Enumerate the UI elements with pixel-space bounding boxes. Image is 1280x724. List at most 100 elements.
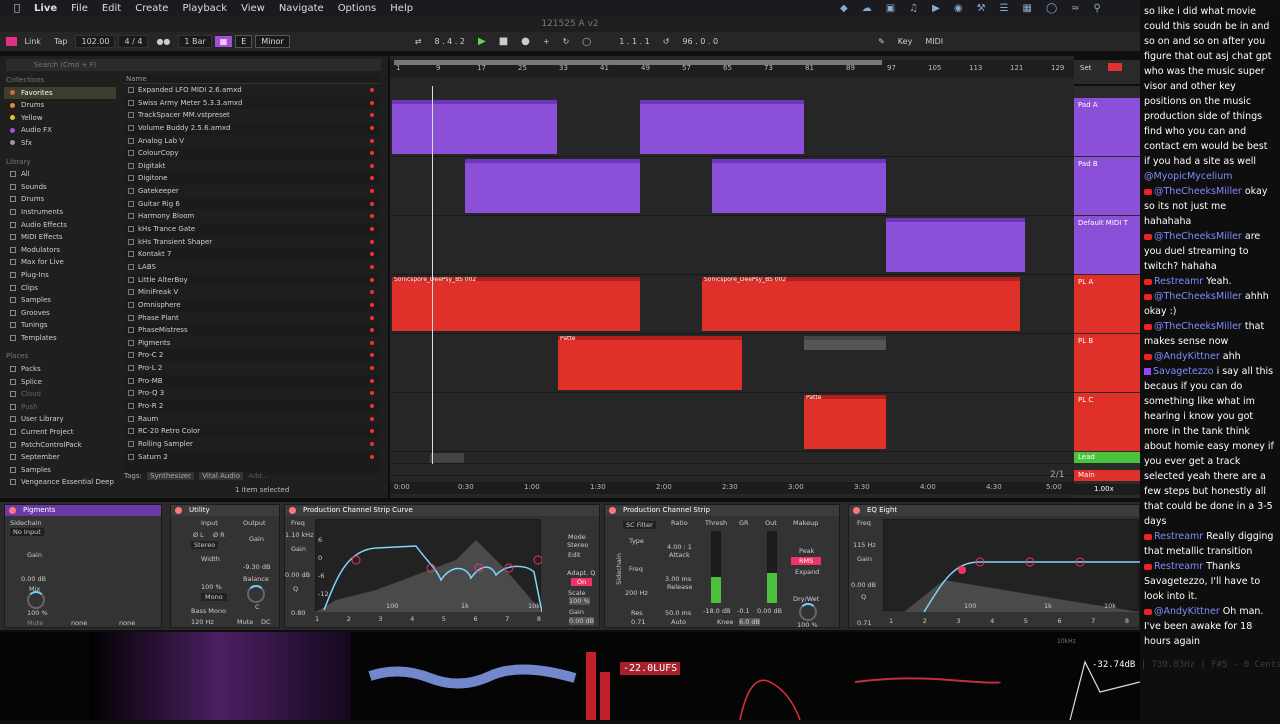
- library-item[interactable]: All: [4, 168, 116, 181]
- favorite-dot-icon[interactable]: [370, 189, 374, 194]
- favorite-dot-icon[interactable]: [370, 290, 374, 295]
- favorite-dot-icon[interactable]: [370, 391, 374, 396]
- device-channel-strip-curve[interactable]: Production Channel Strip Curve Freq 1.10…: [284, 504, 600, 628]
- browser-file-row[interactable]: Expanded LFO MIDI 2.6.amxd: [124, 84, 380, 97]
- favorite-dot-icon[interactable]: [370, 214, 374, 219]
- search-icon[interactable]: ⚲: [1094, 3, 1101, 14]
- device-eq-eight[interactable]: EQ Eight Freq 115 Hz Gain 0.00 dB Q 0.71…: [848, 504, 1140, 628]
- browser-file-row[interactable]: RC-20 Retro Color: [124, 425, 380, 438]
- track-lane-pad-a[interactable]: [390, 98, 1074, 157]
- browser-file-row[interactable]: Swiss Army Meter 5.3.3.amxd: [124, 97, 380, 110]
- favorite-dot-icon[interactable]: [370, 404, 374, 409]
- midi-clip[interactable]: [640, 100, 804, 154]
- peak-button[interactable]: Peak: [799, 547, 814, 555]
- favorite-dot-icon[interactable]: [370, 252, 374, 257]
- balance-knob[interactable]: [247, 585, 265, 603]
- place-item[interactable]: Splice: [4, 376, 116, 389]
- browser-file-row[interactable]: Pro-C 2: [124, 349, 380, 362]
- track-header-lead[interactable]: Lead: [1074, 452, 1140, 463]
- favorite-dot-icon[interactable]: [370, 441, 374, 446]
- track-lane-pl-b[interactable]: Patte: [390, 334, 1074, 393]
- rms-button[interactable]: RMS: [791, 557, 822, 565]
- wifi-icon[interactable]: ≈: [1071, 3, 1079, 14]
- place-item[interactable]: Packs: [4, 363, 116, 376]
- capture-icon[interactable]: ◯: [577, 36, 596, 47]
- adapt-q-toggle[interactable]: On: [571, 578, 593, 586]
- track-header-pl-c[interactable]: PL C: [1074, 393, 1140, 451]
- tag-chip[interactable]: Vital Audio: [199, 472, 243, 480]
- band-7-toggle[interactable]: 7: [1091, 617, 1095, 625]
- freq-value[interactable]: 1.10 kHz: [285, 531, 314, 539]
- favorite-dot-icon[interactable]: [370, 239, 374, 244]
- mute-button[interactable]: Mute: [237, 618, 253, 626]
- mono-toggle[interactable]: Mono: [201, 593, 227, 601]
- midi-clip[interactable]: [392, 100, 557, 154]
- browser-file-row[interactable]: Guitar Rig 6: [124, 198, 380, 211]
- status-icon-7[interactable]: ⚒: [977, 3, 986, 14]
- track-lane-pad-b[interactable]: [390, 157, 1074, 216]
- midi-clip[interactable]: Patte: [558, 336, 742, 390]
- library-item[interactable]: Max for Live: [4, 256, 116, 269]
- browser-file-row[interactable]: Saturn 2: [124, 451, 380, 464]
- apple-icon[interactable]: : [14, 3, 20, 14]
- midi-clip[interactable]: Sonicspore_DeePsy_BS 002: [702, 277, 1020, 331]
- gain-value[interactable]: -9.30 dB: [243, 563, 270, 571]
- time-signature-field[interactable]: 4 / 4: [118, 35, 149, 48]
- gain-value[interactable]: 0.00 dB: [285, 571, 310, 579]
- track-lane-lead[interactable]: [390, 452, 1074, 464]
- status-icon-10[interactable]: ◯: [1046, 3, 1057, 14]
- output-gain-value[interactable]: 0.00 dB: [569, 617, 595, 625]
- browser-file-row[interactable]: kHs Trance Gate: [124, 223, 380, 236]
- mix-knob[interactable]: [27, 591, 45, 609]
- freq-value[interactable]: 200 Hz: [625, 589, 648, 597]
- follow-icon[interactable]: ⇄: [410, 36, 427, 47]
- track-header-pad-a[interactable]: Pad A: [1074, 98, 1140, 156]
- browser-file-row[interactable]: Gatekeeper: [124, 185, 380, 198]
- sidechain-input-select[interactable]: No Input: [10, 528, 44, 536]
- stop-button[interactable]: ■: [494, 35, 513, 48]
- menu-playback[interactable]: Playback: [182, 3, 227, 14]
- library-item[interactable]: Clips: [4, 282, 116, 295]
- device-channel-strip[interactable]: Production Channel Strip Sidechain SC Fi…: [604, 504, 840, 629]
- browser-file-row[interactable]: TrackSpacer MM.vstpreset: [124, 109, 380, 122]
- freq-value[interactable]: 115 Hz: [853, 541, 876, 549]
- collection-favorites[interactable]: Favorites: [4, 86, 116, 100]
- status-icon-9[interactable]: ▦: [1023, 3, 1032, 14]
- phase-right-toggle[interactable]: Ø R: [213, 531, 225, 539]
- phase-left-toggle[interactable]: Ø L: [193, 531, 204, 539]
- sc-filter-toggle[interactable]: SC Filter: [623, 521, 656, 529]
- gain-value[interactable]: 0.00 dB: [851, 581, 876, 589]
- band-1-toggle[interactable]: 1: [889, 617, 893, 625]
- device-utility[interactable]: Utility Input Output Ø L Ø R Stereo Gain…: [170, 504, 280, 628]
- favorite-dot-icon[interactable]: [370, 328, 374, 333]
- browser-file-row[interactable]: Volume Buddy 2.5.6.amxd: [124, 122, 380, 135]
- favorite-dot-icon[interactable]: [370, 277, 374, 282]
- favorite-dot-icon[interactable]: [370, 163, 374, 168]
- browser-file-row[interactable]: Kontakt 7: [124, 248, 380, 261]
- draw-mode-icon[interactable]: ✎: [873, 36, 890, 47]
- menu-create[interactable]: Create: [135, 3, 168, 14]
- favorite-dot-icon[interactable]: [370, 429, 374, 434]
- quantize-select[interactable]: 1 Bar: [178, 35, 212, 48]
- library-item[interactable]: Instruments: [4, 206, 116, 219]
- width-value[interactable]: 100 %: [201, 583, 222, 591]
- favorite-dot-icon[interactable]: [370, 340, 374, 345]
- favorite-dot-icon[interactable]: [370, 264, 374, 269]
- place-item[interactable]: Samples: [4, 464, 116, 477]
- browser-file-row[interactable]: kHs Transient Shaper: [124, 235, 380, 249]
- status-icon-8[interactable]: ☰: [1000, 3, 1009, 14]
- menu-edit[interactable]: Edit: [102, 3, 121, 14]
- place-item[interactable]: Push: [4, 401, 116, 414]
- browser-file-row[interactable]: Pro-Q 3: [124, 387, 380, 401]
- loop-toggle-icon[interactable]: ↺: [658, 36, 675, 47]
- favorite-dot-icon[interactable]: [370, 416, 374, 421]
- browser-file-row[interactable]: Analog Lab V: [124, 134, 380, 148]
- channel-mode-select[interactable]: Stereo: [191, 541, 219, 549]
- q-value[interactable]: 0.80: [291, 609, 305, 617]
- favorite-dot-icon[interactable]: [370, 113, 374, 118]
- add-tag-button[interactable]: Add...: [248, 472, 268, 480]
- record-button[interactable]: ●: [516, 35, 535, 48]
- browser-file-row[interactable]: LABS: [124, 260, 380, 274]
- favorite-dot-icon[interactable]: [370, 454, 374, 459]
- band-6-toggle[interactable]: 6: [1057, 617, 1061, 625]
